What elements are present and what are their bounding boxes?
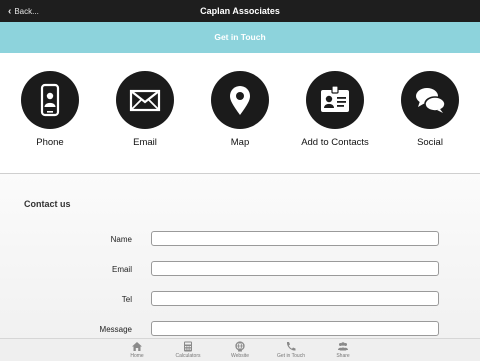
calculator-icon bbox=[184, 341, 192, 352]
map-action[interactable]: Map bbox=[192, 71, 288, 148]
contact-form-section bbox=[0, 174, 480, 338]
email-action[interactable]: Email bbox=[97, 71, 193, 148]
name-label: Name bbox=[110, 235, 132, 244]
message-label: Message bbox=[99, 325, 132, 334]
chat-bubbles-icon bbox=[401, 71, 459, 129]
top-bar: ‹ Back... Caplan Associates bbox=[0, 0, 480, 22]
action-label: Add to Contacts bbox=[301, 137, 369, 148]
phone-icon bbox=[21, 71, 79, 129]
name-field[interactable] bbox=[151, 231, 439, 246]
tab-label: Share bbox=[336, 353, 350, 359]
add-to-contacts-action[interactable]: Add to Contacts bbox=[287, 71, 383, 148]
envelope-icon bbox=[116, 71, 174, 129]
tab-get-in-touch[interactable]: Get in Touch bbox=[261, 340, 321, 359]
people-icon bbox=[338, 342, 348, 351]
social-action[interactable]: Social bbox=[382, 71, 478, 148]
action-label: Map bbox=[230, 137, 250, 148]
tab-share[interactable]: Share bbox=[313, 340, 373, 359]
tab-label: Get in Touch bbox=[277, 353, 305, 359]
phone-handset-icon bbox=[286, 342, 296, 351]
page-title: Get in Touch bbox=[0, 22, 480, 53]
tab-label: Calculators bbox=[175, 353, 201, 359]
home-icon bbox=[132, 342, 142, 351]
action-label: Social bbox=[417, 137, 443, 148]
message-field[interactable] bbox=[151, 321, 439, 336]
app-title: Caplan Associates bbox=[200, 6, 280, 16]
phone-action[interactable]: Phone bbox=[2, 71, 98, 148]
action-label: Phone bbox=[36, 137, 64, 148]
action-label: Email bbox=[133, 137, 157, 148]
map-pin-icon bbox=[211, 71, 269, 129]
action-row: Phone Email Map Add to Contacts Social bbox=[0, 53, 480, 173]
bottom-tab-bar: Home Calculators Website Get in Touch Sh… bbox=[0, 338, 480, 361]
email-field[interactable] bbox=[151, 261, 439, 276]
tab-calculators[interactable]: Calculators bbox=[158, 340, 218, 359]
email-label: Email bbox=[111, 265, 132, 274]
tel-label: Tel bbox=[121, 295, 132, 304]
tel-field[interactable] bbox=[151, 291, 439, 306]
contact-form-title: Contact us bbox=[24, 199, 71, 209]
globe-icon bbox=[235, 341, 245, 352]
contact-card-icon bbox=[306, 71, 364, 129]
